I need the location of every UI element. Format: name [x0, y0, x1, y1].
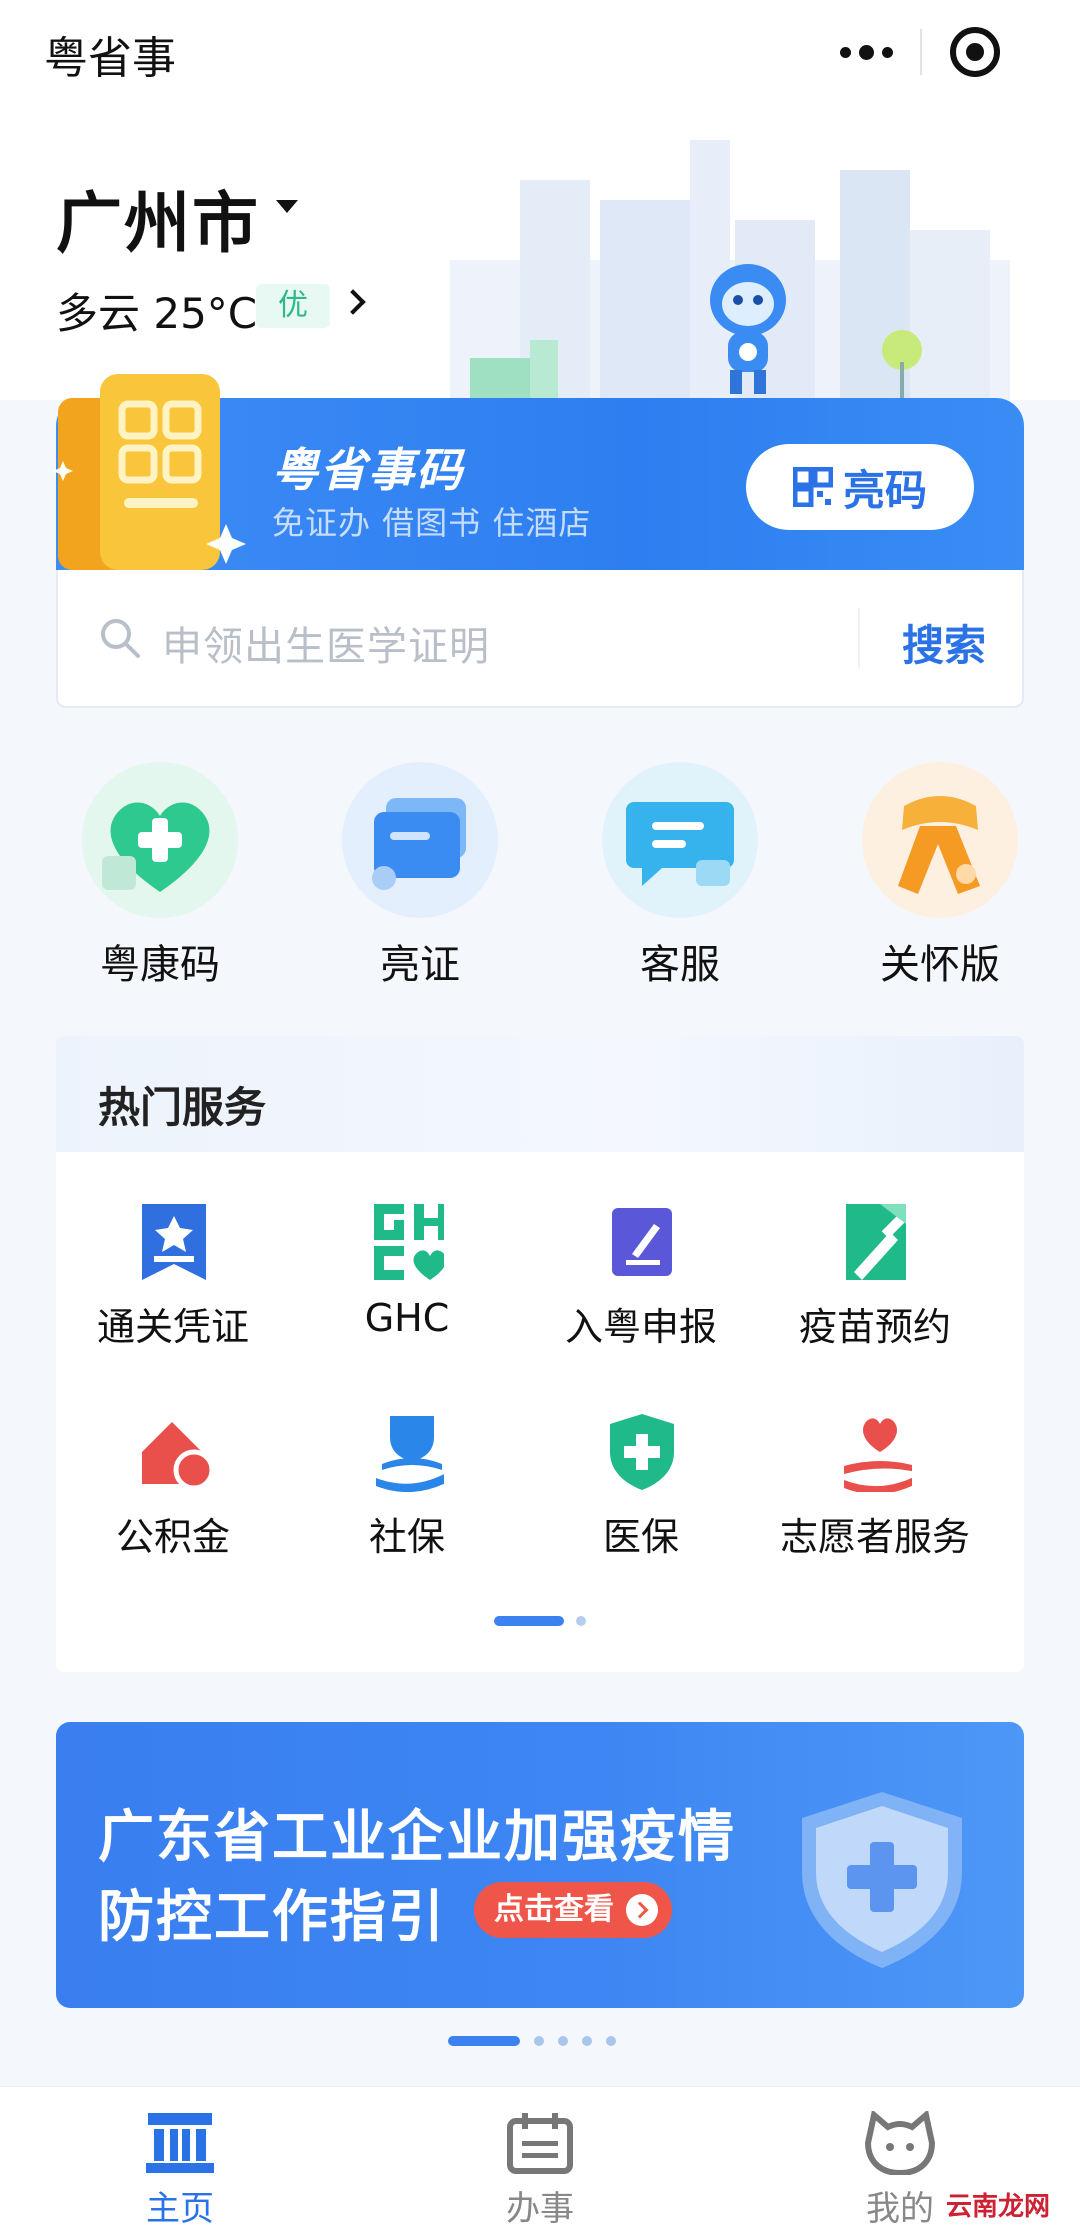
- quick-item-label: 粤康码: [100, 942, 220, 988]
- service-item-vaccine-booking[interactable]: 疫苗预约: [758, 1202, 992, 1362]
- pager-dot-active[interactable]: [494, 1616, 564, 1626]
- app-title: 粤省事: [44, 33, 176, 84]
- quick-item-care-mode[interactable]: 关怀版: [830, 760, 1030, 990]
- target-close-icon[interactable]: [922, 10, 1028, 94]
- service-item-label: 社保: [368, 1515, 445, 1559]
- title-bar: 粤省事: [0, 0, 1080, 100]
- banner-view-button[interactable]: 点击查看: [474, 1882, 672, 1938]
- person-hand-icon: [376, 1416, 444, 1492]
- code-card-subtitle: 免证办 借图书 住酒店: [272, 504, 592, 542]
- code-card-title: 粤省事码: [272, 443, 464, 497]
- search-bar[interactable]: 申领出生医学证明 搜索: [56, 570, 1024, 708]
- banner-headline-line1: 广东省工业企业加强疫情: [98, 1805, 736, 1870]
- shield-cross-icon: [610, 1414, 674, 1490]
- hot-services-panel: 热门服务 通关凭证 GHC 入粤申报 疫苗预约 公积金 社保 医保 志愿者服务: [56, 1036, 1024, 1672]
- service-item-social-security[interactable]: 社保: [290, 1412, 524, 1572]
- service-item-housing-fund[interactable]: 公积金: [56, 1412, 290, 1572]
- ghc-heart-icon: [374, 1204, 444, 1280]
- heart-hand-icon: [844, 1418, 912, 1492]
- miniprogram-capsule: [812, 10, 1028, 94]
- service-item-label: 疫苗预约: [798, 1305, 951, 1349]
- service-item-label: 公积金: [115, 1515, 230, 1559]
- syringe-icon: [846, 1204, 906, 1280]
- qr-icon: [792, 467, 833, 507]
- search-button[interactable]: 搜索: [902, 612, 986, 673]
- city-dropdown-caret-icon[interactable]: [276, 200, 298, 213]
- mascot-face-icon: [864, 2111, 936, 2175]
- watermark: 云南龙网: [946, 2186, 1051, 2223]
- search-divider: [858, 608, 860, 668]
- quick-item-label: 客服: [640, 942, 720, 988]
- tab-home[interactable]: 主页: [80, 2087, 280, 2236]
- hot-services-title: 热门服务: [98, 1083, 267, 1132]
- pager-dot[interactable]: [582, 2036, 592, 2046]
- banner-headline-line2: 防控工作指引: [98, 1885, 446, 1950]
- hero-section: 广州市 多云 25°C 优: [0, 100, 1080, 400]
- qr-code-emblem-icon: [53, 374, 246, 570]
- home-building-icon: [146, 2113, 214, 2173]
- pager-dot[interactable]: [576, 1616, 586, 1626]
- service-item-ghc[interactable]: GHC: [290, 1202, 524, 1362]
- quick-item-show-license[interactable]: 亮证: [310, 760, 510, 990]
- quick-item-label: 关怀版: [880, 942, 1000, 988]
- quick-entries: 粤康码 亮证 客服 关怀版: [0, 760, 1080, 1000]
- calendar-icon: [507, 2113, 573, 2174]
- weather-text[interactable]: 多云 25°C: [56, 280, 257, 341]
- quick-item-customer-service[interactable]: 客服: [570, 760, 770, 990]
- shield-cross-illustration: [802, 1792, 962, 1968]
- service-item-entry-declaration[interactable]: 入粤申报: [524, 1202, 758, 1362]
- city-name[interactable]: 广州市: [56, 170, 260, 266]
- tab-label: 办事: [506, 2189, 574, 2229]
- show-code-button[interactable]: 亮码: [746, 444, 974, 530]
- service-item-label: 志愿者服务: [779, 1515, 970, 1559]
- service-item-label: 入粤申报: [564, 1305, 717, 1349]
- scarf-icon: [862, 762, 1018, 918]
- house-coin-icon: [142, 1422, 210, 1491]
- banner-view-label: 点击查看: [494, 1892, 614, 1927]
- more-dots-icon[interactable]: [812, 10, 920, 94]
- service-item-label: 通关凭证: [96, 1305, 249, 1349]
- chat-bubble-icon: [602, 762, 758, 918]
- service-item-volunteer[interactable]: 志愿者服务: [758, 1412, 992, 1572]
- show-code-label: 亮码: [842, 465, 927, 515]
- bottom-tab-bar: 主页 办事 我的: [0, 2086, 1080, 2236]
- health-heart-icon: [82, 762, 238, 918]
- quick-item-health-code[interactable]: 粤康码: [50, 760, 250, 990]
- pager-dot[interactable]: [534, 2036, 544, 2046]
- search-input[interactable]: 申领出生医学证明: [162, 614, 490, 672]
- service-item-label: GHC: [364, 1296, 450, 1340]
- arrow-right-circle-icon: [626, 1894, 658, 1926]
- pager-dot[interactable]: [606, 2036, 616, 2046]
- pager-dot-active[interactable]: [448, 2036, 520, 2046]
- service-item-medical-insurance[interactable]: 医保: [524, 1412, 758, 1572]
- service-item-customs-certificate[interactable]: 通关凭证: [56, 1202, 290, 1362]
- search-icon: [101, 619, 140, 658]
- cards-icon: [342, 762, 498, 918]
- pager-dot[interactable]: [558, 2036, 568, 2046]
- badge-star-icon: [142, 1204, 206, 1280]
- promo-banner[interactable]: 广东省工业企业加强疫情 防控工作指引 点击查看: [56, 1722, 1024, 2008]
- air-quality-badge: 优: [256, 284, 330, 328]
- tab-label: 主页: [146, 2189, 214, 2229]
- tab-services[interactable]: 办事: [440, 2087, 640, 2236]
- pen-square-icon: [612, 1208, 672, 1276]
- service-item-label: 医保: [602, 1515, 679, 1559]
- quick-item-label: 亮证: [380, 942, 460, 988]
